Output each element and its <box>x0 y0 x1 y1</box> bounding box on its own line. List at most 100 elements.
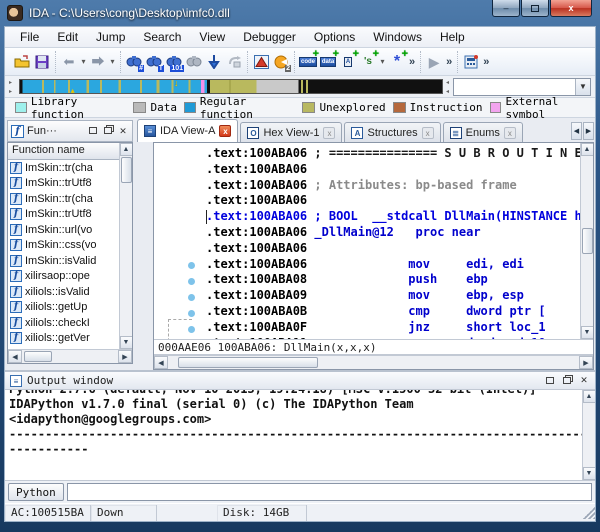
scrollbar-thumb[interactable] <box>582 228 593 254</box>
navigation-band[interactable]: ↓ ▴ <box>19 79 443 94</box>
make-data-button[interactable]: data+ <box>318 52 338 72</box>
function-list-item[interactable]: fImSkin::tr(cha <box>8 160 119 176</box>
disasm-line[interactable]: .text:100ABA06 ; Attributes: bp-based fr… <box>206 178 580 194</box>
search-immediate-button[interactable]: 101 <box>164 52 184 72</box>
python-button[interactable]: Python <box>8 483 64 501</box>
make-ascii-button[interactable]: A+ <box>338 52 358 72</box>
save-button[interactable] <box>32 52 52 72</box>
scroll-up-icon[interactable]: ▲ <box>581 143 594 156</box>
toolbar-overflow-2[interactable]: » <box>444 56 454 68</box>
disasm-line[interactable]: .text:100ABA11 cmp ds:dword_10 <box>206 336 580 339</box>
disasm-line-selected[interactable]: .text:100ABA06 ; BOOL __stdcall DllMain(… <box>206 209 580 225</box>
panel-restore-icon[interactable] <box>561 376 573 386</box>
nav-back-dropdown[interactable]: ▾ <box>79 57 88 66</box>
panel-minimize-icon[interactable] <box>544 376 556 386</box>
disasm-line[interactable]: .text:100ABA06 <box>206 241 580 257</box>
open-file-button[interactable] <box>12 52 32 72</box>
functions-vertical-scrollbar[interactable]: ▲ ▼ <box>119 143 132 349</box>
tab-enums[interactable]: ≣ Enums x <box>443 122 523 142</box>
function-name-column-header[interactable]: Function name <box>8 143 119 160</box>
make-code-button[interactable]: code+ <box>298 52 318 72</box>
disasm-line[interactable]: .text:100ABA06 <box>206 193 580 209</box>
tab-scroll-left-icon[interactable]: ◀ <box>571 122 582 140</box>
disasm-vertical-scrollbar[interactable]: ▲ ▼ <box>580 143 593 339</box>
menu-file[interactable]: File <box>11 28 48 46</box>
produce-file-button[interactable]: 2 <box>271 52 291 72</box>
output-log[interactable]: Python 2.7.6 (default, Nov 10 2013, 19:2… <box>5 390 582 480</box>
menu-view[interactable]: View <box>190 28 234 46</box>
name-combobox[interactable]: ▼ <box>453 78 591 96</box>
scrollbar-thumb[interactable] <box>178 357 318 368</box>
minimize-button[interactable]: – <box>492 0 520 17</box>
tab-close-icon[interactable]: x <box>504 127 516 139</box>
maximize-button[interactable] <box>521 0 549 17</box>
menu-options[interactable]: Options <box>305 28 364 46</box>
menu-jump[interactable]: Jump <box>87 28 134 46</box>
tab-close-icon[interactable]: x <box>219 125 231 137</box>
function-list-item[interactable]: fImSkin::css(vo <box>8 238 119 254</box>
scroll-down-icon[interactable]: ▼ <box>583 467 596 480</box>
function-list-item[interactable]: fImSkin::isValid <box>8 253 119 269</box>
disasm-line[interactable]: .text:100ABA0B cmp dword ptr [ <box>206 304 580 320</box>
function-list-item[interactable]: fxiliols::getVer <box>8 331 119 347</box>
scrollbar-thumb[interactable] <box>24 351 52 362</box>
panel-close-icon[interactable]: ✕ <box>578 375 590 386</box>
function-list-item[interactable]: fxiliols::checkI <box>8 315 119 331</box>
string-dropdown[interactable]: ▾ <box>378 57 387 66</box>
scroll-up-icon[interactable]: ▲ <box>583 390 596 403</box>
function-list-item[interactable]: fxiliols::isValid <box>8 284 119 300</box>
function-list-item[interactable]: fImSkin::url(vo <box>8 222 119 238</box>
nav-forward-button[interactable]: ⮕ <box>88 52 108 72</box>
tab-structures[interactable]: A Structures x <box>344 122 440 142</box>
panel-restore-icon[interactable] <box>102 126 114 136</box>
scroll-down-icon[interactable]: ▼ <box>581 326 594 339</box>
chevron-down-icon[interactable]: ▼ <box>575 79 590 95</box>
disasm-line[interactable]: .text:100ABA06 mov edi, edi <box>206 257 580 273</box>
problems-list-button[interactable] <box>251 52 271 72</box>
output-window-caption[interactable]: ≡ Output window ✕ <box>5 372 595 390</box>
menu-help[interactable]: Help <box>431 28 474 46</box>
jump-address-button[interactable] <box>204 52 224 72</box>
close-button[interactable]: x <box>550 0 592 17</box>
tab-close-icon[interactable]: x <box>422 127 434 139</box>
menu-debugger[interactable]: Debugger <box>234 28 305 46</box>
panel-close-icon[interactable]: ✕ <box>117 126 129 137</box>
scroll-left-icon[interactable]: ◀ <box>8 350 22 363</box>
undo-disabled-button[interactable] <box>224 52 244 72</box>
toolbar-overflow-1[interactable]: » <box>407 56 417 68</box>
function-list-item[interactable]: fImSkin::trUtf8 <box>8 176 119 192</box>
disasm-line[interactable]: .text:100ABA06 <box>206 162 580 178</box>
disasm-line[interactable]: .text:100ABA0F jnz short loc_1 <box>206 320 580 336</box>
scrollbar-thumb[interactable] <box>121 157 132 183</box>
make-string-button[interactable]: 's+ <box>358 52 378 72</box>
tab-ida-view-a[interactable]: ≡ IDA View-A x <box>137 119 238 142</box>
toolbar-overflow-3[interactable]: » <box>481 56 491 68</box>
disasm-line[interactable]: .text:100ABA09 mov ebp, esp <box>206 288 580 304</box>
disasm-line[interactable]: .text:100ABA06 ; =============== S U B R… <box>206 146 580 162</box>
disasm-horizontal-scrollbar[interactable]: ◀ ▶ <box>154 355 593 369</box>
menu-windows[interactable]: Windows <box>364 28 431 46</box>
tab-hex-view-1[interactable]: O Hex View-1 x <box>240 122 342 142</box>
function-list-item[interactable]: fImSkin::tr(cha <box>8 191 119 207</box>
nav-forward-dropdown[interactable]: ▾ <box>108 57 117 66</box>
make-struct-button[interactable]: *+ <box>387 52 407 72</box>
search-again-button[interactable] <box>184 52 204 72</box>
disasm-line[interactable]: .text:100ABA08 push ebp <box>206 272 580 288</box>
functions-horizontal-scrollbar[interactable]: ◀ ▶ <box>8 349 132 363</box>
calculator-button[interactable] <box>461 52 481 72</box>
scroll-right-icon[interactable]: ▶ <box>579 356 593 369</box>
search-names-button[interactable]: # <box>124 52 144 72</box>
search-text-button[interactable]: T <box>144 52 164 72</box>
panel-minimize-icon[interactable] <box>87 126 99 136</box>
output-vertical-scrollbar[interactable]: ▲ ▼ <box>582 390 595 480</box>
tab-scroll-right-icon[interactable]: ▶ <box>583 122 594 140</box>
scroll-left-icon[interactable]: ◀ <box>154 356 168 369</box>
disassembly-listing[interactable]: .text:100ABA06 ; =============== S U B R… <box>206 143 580 339</box>
python-input[interactable] <box>67 483 592 501</box>
scroll-up-icon[interactable]: ▲ <box>120 143 133 156</box>
function-list-item[interactable]: fxilirsaop::ope <box>8 269 119 285</box>
disasm-line[interactable]: .text:100ABA06 _DllMain@12 proc near <box>206 225 580 241</box>
scroll-right-icon[interactable]: ▶ <box>118 350 132 363</box>
function-list-item[interactable]: fxiliols::getUp <box>8 300 119 316</box>
resize-grip[interactable] <box>583 507 595 519</box>
